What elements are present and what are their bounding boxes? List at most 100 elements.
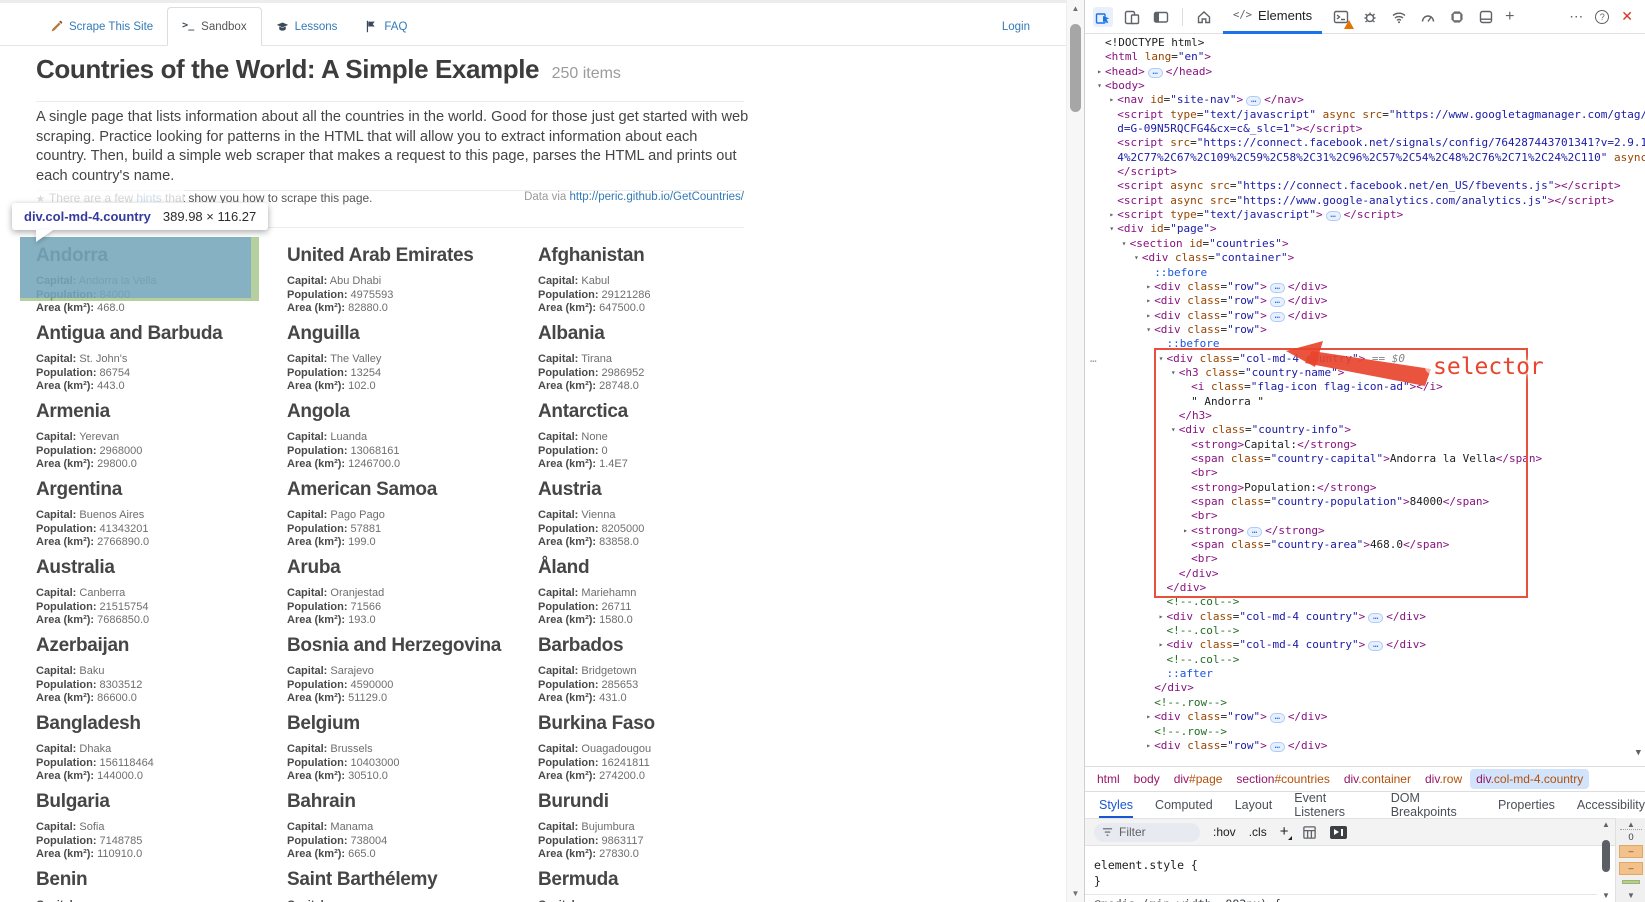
data-source-link[interactable]: http://peric.github.io/GetCountries/ — [569, 191, 744, 203]
tab-sandbox[interactable]: >_ Sandbox — [167, 7, 261, 46]
dom-tree-row[interactable]: ::before — [1085, 266, 1645, 280]
cls-button[interactable]: .cls — [1249, 825, 1267, 839]
expand-arrow-icon[interactable]: ▾ — [1131, 251, 1142, 265]
dom-tree-row[interactable]: <!--.col--> — [1085, 653, 1645, 667]
breadcrumb-item[interactable]: div#page — [1168, 769, 1229, 789]
inline-expand-icon[interactable]: … — [1326, 211, 1341, 221]
dom-tree-row[interactable]: <br> — [1085, 552, 1645, 566]
application-icon[interactable] — [1476, 7, 1496, 27]
expand-arrow-icon[interactable]: ▾ — [1168, 366, 1179, 380]
dom-tree-row[interactable]: <br> — [1085, 466, 1645, 480]
rendering-emulation-icon[interactable] — [1301, 824, 1317, 840]
brand-link[interactable]: Scrape This Site — [36, 8, 167, 45]
inline-expand-icon[interactable]: … — [1148, 68, 1163, 78]
styles-scrollbar[interactable]: ▲ ▼ — [1599, 818, 1613, 902]
dom-tree-row[interactable]: <br> — [1085, 509, 1645, 523]
expand-arrow-icon[interactable]: ▾ — [1168, 423, 1179, 437]
element-style-rule[interactable]: element.style { — [1094, 858, 1198, 872]
dom-tree-row[interactable]: ▸<div class="col-md-4 country">…</div> — [1085, 610, 1645, 624]
scroll-down-icon[interactable]: ▼ — [1599, 891, 1613, 900]
dom-tree-row[interactable]: ▾<div class="country-info"> — [1085, 423, 1645, 437]
help-icon[interactable]: ? — [1595, 10, 1609, 24]
dom-tree-row[interactable]: ▸<div class="row">…</div> — [1085, 280, 1645, 294]
home-icon[interactable] — [1194, 7, 1214, 27]
dom-tree-row[interactable]: <!--.col--> — [1085, 595, 1645, 609]
breadcrumb-item[interactable]: body — [1128, 769, 1166, 789]
login-link[interactable]: Login — [1002, 9, 1030, 45]
expand-arrow-icon[interactable]: ▸ — [1143, 710, 1154, 724]
computed-sidebar-toggle-icon[interactable] — [1330, 826, 1347, 839]
breadcrumb-item[interactable]: html — [1091, 769, 1126, 789]
inline-expand-icon[interactable]: … — [1270, 283, 1285, 293]
dom-tree-row[interactable]: <span class="country-capital">Andorra la… — [1085, 452, 1645, 466]
expand-arrow-icon[interactable]: ▸ — [1143, 309, 1154, 323]
dom-tree-row[interactable]: ▸<nav id="site-nav">…</nav> — [1085, 93, 1645, 107]
performance-icon[interactable] — [1418, 7, 1438, 27]
dom-tree-row[interactable]: ▸<div class="row">…</div> — [1085, 710, 1645, 724]
tab-faq[interactable]: FAQ — [351, 8, 421, 45]
dom-tree-row[interactable]: d=G-09N5RQCFG4&cx=c&_slc=1"></script> — [1085, 122, 1645, 136]
expand-arrow-icon[interactable]: ▾ — [1143, 323, 1154, 337]
dom-tree-row[interactable]: ▸<div class="row">…</div> — [1085, 739, 1645, 753]
close-icon[interactable]: ✕ — [1621, 8, 1633, 25]
tab-styles[interactable]: Styles — [1099, 792, 1133, 818]
dom-tree-row-selected[interactable]: …▾<div class="col-md-4 country"> == $0 — [1085, 352, 1645, 366]
dom-tree-row[interactable]: <script async src="https://connect.faceb… — [1085, 179, 1645, 193]
ruler-up-icon[interactable]: ▲ — [1616, 820, 1645, 829]
tab-layout[interactable]: Layout — [1235, 792, 1273, 818]
ruler-down-icon[interactable]: ▼ — [1616, 891, 1645, 900]
tab-elements[interactable]: </> Elements — [1223, 0, 1322, 34]
more-options-icon[interactable]: ⋯ — [1569, 8, 1583, 25]
expand-arrow-icon[interactable]: ▸ — [1143, 739, 1154, 753]
expand-arrow-icon[interactable]: ▸ — [1180, 524, 1191, 538]
inline-expand-icon[interactable]: … — [1270, 312, 1285, 322]
dom-tree-row[interactable]: <span class="country-population">84000</… — [1085, 495, 1645, 509]
dom-tree-row[interactable]: ▸<strong>…</strong> — [1085, 524, 1645, 538]
scroll-down-icon[interactable]: ▼ — [1067, 889, 1084, 898]
tab-dom-breakpoints[interactable]: DOM Breakpoints — [1391, 792, 1476, 818]
dom-tree-row[interactable]: <!--.row--> — [1085, 696, 1645, 710]
expand-arrow-icon[interactable]: ▸ — [1156, 638, 1167, 652]
scroll-up-icon[interactable]: ▲ — [1599, 820, 1613, 829]
tab-event-listeners[interactable]: Event Listeners — [1294, 792, 1368, 818]
inline-expand-icon[interactable]: … — [1368, 613, 1383, 623]
inline-expand-icon[interactable]: … — [1368, 641, 1383, 651]
filter-input[interactable] — [1119, 825, 1191, 839]
expand-arrow-icon[interactable]: ▸ — [1106, 208, 1117, 222]
dom-tree-row[interactable]: ::before — [1085, 337, 1645, 351]
network-icon[interactable] — [1389, 7, 1409, 27]
dom-tree-row[interactable]: ▸<div class="row">…</div> — [1085, 294, 1645, 308]
device-toolbar-icon[interactable] — [1122, 7, 1142, 27]
new-style-rule-button[interactable]: + — [1280, 827, 1289, 837]
dom-tree-row[interactable]: <strong>Population:</strong> — [1085, 481, 1645, 495]
inspect-element-icon[interactable] — [1093, 7, 1113, 27]
dom-tree-row[interactable]: </h3> — [1085, 409, 1645, 423]
dom-tree-row[interactable]: <script type="text/javascript" async src… — [1085, 108, 1645, 122]
breadcrumb-item[interactable]: div.container — [1338, 769, 1417, 789]
dom-tree-row[interactable]: <!--.row--> — [1085, 725, 1645, 739]
dom-tree-row[interactable]: ▸<script type="text/javascript">…</scrip… — [1085, 208, 1645, 222]
breadcrumb-item[interactable]: div.col-md-4.country — [1470, 769, 1589, 789]
breadcrumb-item[interactable]: section#countries — [1230, 769, 1335, 789]
expand-arrow-icon[interactable]: ▸ — [1094, 65, 1105, 79]
dom-tree-row[interactable]: <script async src="https://www.google-an… — [1085, 194, 1645, 208]
style-filter[interactable] — [1094, 823, 1200, 842]
dom-tree-row[interactable]: " Andorra " — [1085, 395, 1645, 409]
breadcrumb-item[interactable]: div.row — [1419, 769, 1468, 789]
console-icon[interactable] — [1331, 7, 1351, 27]
dom-tree-row[interactable]: ▾<div id="page"> — [1085, 222, 1645, 236]
inline-expand-icon[interactable]: … — [1247, 527, 1262, 537]
dom-tree-row[interactable]: ▾<h3 class="country-name"> — [1085, 366, 1645, 380]
dom-tree-row[interactable]: <!DOCTYPE html> — [1085, 36, 1645, 50]
dom-tree-row[interactable]: ▸<head>…</head> — [1085, 65, 1645, 79]
dom-tree-row[interactable]: </script> — [1085, 165, 1645, 179]
tab-computed[interactable]: Computed — [1155, 792, 1213, 818]
inline-expand-icon[interactable]: … — [1246, 96, 1261, 106]
activity-bar-icon[interactable] — [1151, 7, 1171, 27]
memory-icon[interactable] — [1447, 7, 1467, 27]
dom-tree-row[interactable]: </div> — [1085, 681, 1645, 695]
dom-tree-row[interactable]: 4%2C77%2C67%2C109%2C59%2C58%2C31%2C96%2C… — [1085, 151, 1645, 165]
tree-scroll-down-icon[interactable]: ▼ — [1636, 746, 1641, 760]
tab-properties[interactable]: Properties — [1498, 792, 1555, 818]
expand-arrow-icon[interactable]: ▾ — [1119, 237, 1130, 251]
